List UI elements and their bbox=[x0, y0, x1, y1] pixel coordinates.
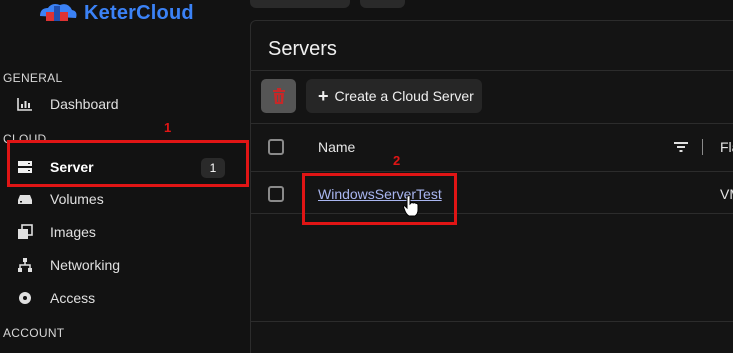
divider bbox=[251, 171, 733, 172]
divider bbox=[251, 213, 733, 214]
filter-icon[interactable] bbox=[674, 140, 688, 158]
column-divider[interactable] bbox=[702, 139, 703, 155]
sidebar-item-access[interactable]: Access bbox=[14, 284, 239, 312]
row-checkbox[interactable] bbox=[268, 186, 284, 202]
sidebar-item-label: Access bbox=[50, 290, 96, 306]
section-general: GENERAL bbox=[3, 71, 63, 85]
server-icon bbox=[14, 160, 36, 174]
create-button-label: Create a Cloud Server bbox=[334, 88, 474, 104]
sidebar-item-volumes[interactable]: Volumes bbox=[14, 185, 239, 213]
annotation-number-2: 2 bbox=[393, 153, 401, 168]
brand-name: KeterCloud bbox=[84, 1, 194, 24]
section-cloud: CLOUD bbox=[3, 132, 47, 146]
images-icon bbox=[14, 224, 36, 240]
column-header-name[interactable]: Name bbox=[318, 139, 355, 155]
top-toolbar-icon-button[interactable] bbox=[360, 0, 405, 8]
cloud-logo-icon bbox=[38, 2, 78, 24]
top-toolbar-button[interactable] bbox=[250, 0, 350, 8]
annotation-number-1: 1 bbox=[164, 120, 172, 135]
sidebar-item-label: Server bbox=[50, 159, 94, 175]
sidebar-item-networking[interactable]: Networking bbox=[14, 251, 239, 279]
brand-logo[interactable]: KeterCloud bbox=[38, 1, 194, 25]
section-account: ACCOUNT bbox=[3, 326, 65, 340]
sidebar-item-dashboard[interactable]: Dashboard bbox=[14, 90, 239, 118]
app-root: KeterCloud GENERAL Dashboard CLOUD Serve… bbox=[0, 0, 733, 353]
sidebar-item-label: Volumes bbox=[50, 191, 104, 207]
select-all-checkbox[interactable] bbox=[268, 139, 284, 155]
trash-icon bbox=[272, 88, 285, 104]
network-icon bbox=[14, 257, 36, 273]
server-name-link[interactable]: WindowsServerTest bbox=[318, 186, 442, 202]
sidebar-item-images[interactable]: Images bbox=[14, 218, 239, 246]
sidebar-item-server[interactable]: Server 1 bbox=[14, 153, 239, 181]
sidebar-item-label: Images bbox=[50, 224, 96, 240]
drive-icon bbox=[14, 193, 36, 205]
divider bbox=[251, 321, 733, 322]
create-cloud-server-button[interactable]: + Create a Cloud Server bbox=[306, 79, 482, 113]
hand-pointer-cursor-icon bbox=[402, 195, 419, 222]
divider bbox=[251, 70, 733, 71]
server-flavor-cell: VM bbox=[720, 186, 733, 202]
delete-button[interactable] bbox=[261, 79, 296, 113]
sidebar: KeterCloud GENERAL Dashboard CLOUD Serve… bbox=[0, 0, 250, 353]
sidebar-item-label: Dashboard bbox=[50, 96, 119, 112]
divider bbox=[251, 123, 733, 124]
servers-panel: Servers + Create a Cloud Server Name Fl … bbox=[250, 20, 733, 353]
page-title: Servers bbox=[268, 38, 337, 60]
sidebar-item-label: Networking bbox=[50, 257, 121, 273]
bar-chart-icon bbox=[14, 97, 36, 111]
server-count-badge: 1 bbox=[201, 158, 225, 178]
plus-icon: + bbox=[318, 86, 329, 106]
column-header-flavor[interactable]: Fla bbox=[720, 139, 733, 155]
access-disc-icon bbox=[14, 291, 36, 305]
